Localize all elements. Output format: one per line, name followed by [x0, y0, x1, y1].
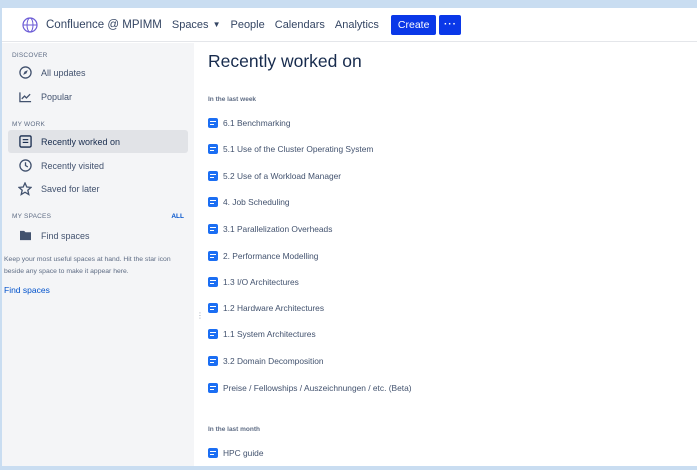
page-icon: [208, 329, 218, 339]
page-icon: [208, 144, 218, 154]
page-link[interactable]: 6.1 Benchmarking: [223, 118, 291, 128]
page-icon: [208, 171, 218, 181]
page-link[interactable]: Preise / Fellowships / Auszeichnungen / …: [223, 383, 412, 393]
clock-icon: [18, 159, 32, 173]
page-link[interactable]: 1.1 System Architectures: [223, 329, 316, 339]
section-title-discover: DISCOVER: [12, 52, 48, 59]
all-spaces-link[interactable]: ALL: [171, 213, 184, 220]
create-button[interactable]: Create: [390, 14, 437, 35]
page-icon: [208, 251, 218, 261]
list-item[interactable]: 3.1 Parallelization Overheads: [208, 222, 332, 236]
window-frame-bottom: [0, 466, 697, 470]
top-navigation-bar: Confluence @ MPIMM Spaces ▼ People Calen…: [2, 8, 697, 42]
page-icon: [208, 118, 218, 128]
brand-name[interactable]: Confluence @ MPIMM: [46, 19, 162, 31]
sidebar-item-label: Saved for later: [41, 183, 100, 194]
page-icon: [208, 197, 218, 207]
section-title-my-spaces: MY SPACES: [12, 213, 52, 220]
page-link[interactable]: 5.1 Use of the Cluster Operating System: [223, 144, 373, 154]
page-icon: [208, 224, 218, 234]
sidebar-item-label: Find spaces: [41, 230, 90, 241]
page-icon: [208, 383, 218, 393]
list-item[interactable]: 1.3 I/O Architectures: [208, 275, 299, 289]
sidebar-item-label: Recently visited: [41, 160, 105, 171]
list-item[interactable]: Preise / Fellowships / Auszeichnungen / …: [208, 381, 412, 395]
list-item[interactable]: 1.2 Hardware Architectures: [208, 301, 324, 315]
sidebar-item-label: Recently worked on: [41, 136, 121, 147]
list-item[interactable]: 5.1 Use of the Cluster Operating System: [208, 142, 373, 156]
sidebar-item-find-spaces[interactable]: Find spaces: [8, 224, 188, 247]
list-item[interactable]: 1.1 System Architectures: [208, 327, 316, 341]
page-link[interactable]: 1.2 Hardware Architectures: [223, 303, 324, 313]
nav-calendars[interactable]: Calendars: [275, 19, 325, 31]
folder-icon: [18, 229, 32, 243]
page-link[interactable]: 1.3 I/O Architectures: [223, 277, 299, 287]
nav-spaces-label: Spaces: [171, 18, 209, 31]
list-item[interactable]: 2. Performance Modelling: [208, 249, 318, 263]
star-icon: [18, 181, 32, 196]
page-icon: [208, 277, 218, 287]
sidebar-item-recently-visited[interactable]: Recently visited: [8, 154, 188, 177]
page-link[interactable]: 3.1 Parallelization Overheads: [223, 224, 332, 234]
page-title: Recently worked on: [208, 51, 362, 71]
sidebar-item-saved-for-later[interactable]: Saved for later: [8, 177, 188, 200]
section-title-my-work: MY WORK: [12, 121, 46, 128]
sidebar-item-label: Popular: [41, 91, 73, 102]
confluence-logo-icon[interactable]: [22, 16, 38, 33]
page-link[interactable]: 5.2 Use of a Workload Manager: [223, 171, 341, 181]
window-frame-top: [0, 0, 697, 8]
nav-spaces[interactable]: Spaces ▼: [172, 19, 221, 31]
sidebar-item-popular[interactable]: Popular: [8, 85, 188, 108]
nav-analytics[interactable]: Analytics: [335, 19, 379, 31]
sidebar-resize-handle[interactable]: ⋮: [196, 311, 204, 320]
chevron-down-icon: ▼: [212, 20, 221, 29]
sidebar: DISCOVER All updates Popular MY WORK Rec…: [2, 43, 194, 466]
page-link[interactable]: 2. Performance Modelling: [223, 251, 318, 261]
list-item[interactable]: 3.2 Domain Decomposition: [208, 354, 324, 368]
list-item[interactable]: 6.1 Benchmarking: [208, 116, 291, 130]
sidebar-item-label: All updates: [41, 67, 86, 78]
list-item[interactable]: 4. Job Scheduling: [208, 195, 290, 209]
page-link[interactable]: 4. Job Scheduling: [223, 197, 290, 207]
page-icon: [208, 356, 218, 366]
sidebar-item-all-updates[interactable]: All updates: [8, 61, 188, 84]
page-icon: [208, 448, 218, 458]
list-item[interactable]: HPC guide: [208, 446, 264, 460]
page-link[interactable]: HPC guide: [223, 448, 264, 458]
nav-people[interactable]: People: [230, 19, 264, 31]
my-spaces-hint: Keep your most useful spaces at hand. Hi…: [4, 256, 171, 275]
sidebar-item-recently-worked-on[interactable]: Recently worked on: [8, 130, 188, 153]
more-options-button[interactable]: ···: [439, 14, 462, 35]
trending-icon: [18, 90, 32, 104]
page-link[interactable]: 3.2 Domain Decomposition: [223, 356, 324, 366]
group-label-last-month: In the last month: [208, 426, 260, 433]
group-label-last-week: In the last week: [208, 96, 257, 103]
page-icon: [208, 303, 218, 313]
compass-icon: [18, 66, 32, 80]
find-spaces-link[interactable]: Find spaces: [4, 285, 50, 295]
list-item[interactable]: 5.2 Use of a Workload Manager: [208, 169, 341, 183]
page-icon: [18, 135, 32, 149]
